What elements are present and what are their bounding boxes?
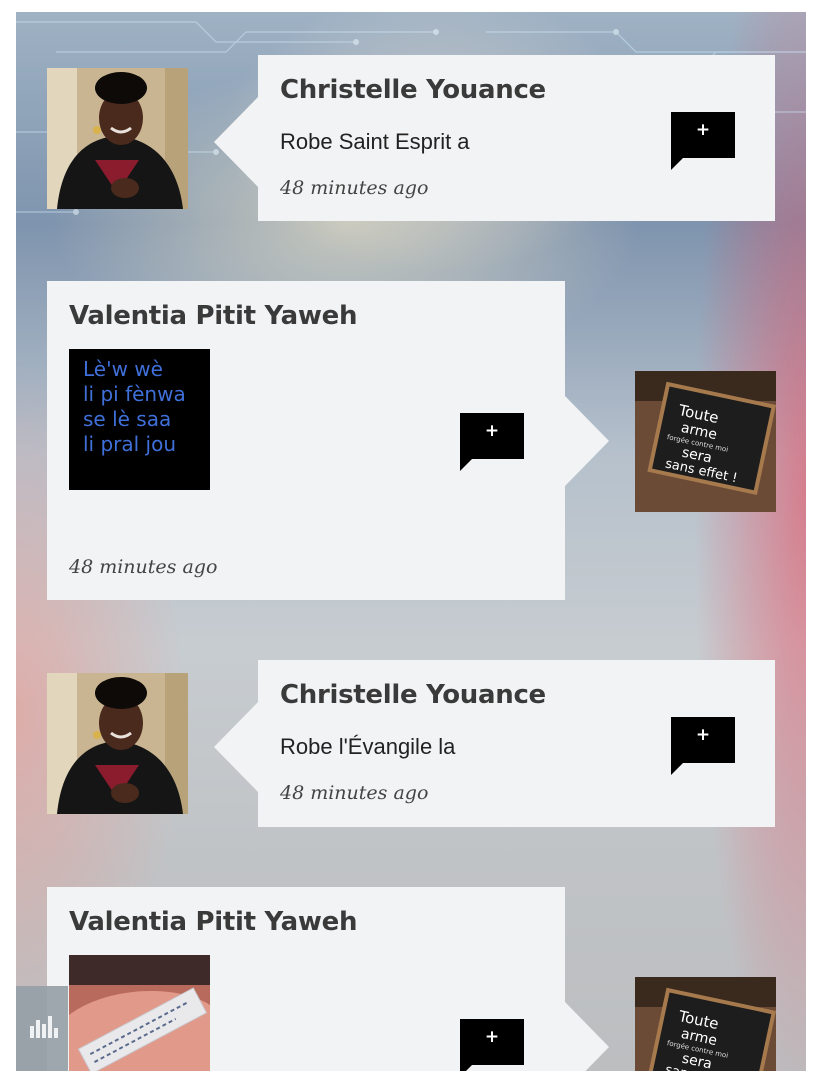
feed-background: Christelle Youance Robe Saint Esprit a 4… bbox=[16, 12, 806, 1071]
post-card[interactable]: Valentia Pitit Yaweh Lè'w wè li pi fènwa… bbox=[47, 281, 565, 600]
author-name[interactable]: Christelle Youance bbox=[280, 75, 546, 105]
speech-bubble-plus-icon: + bbox=[484, 421, 500, 441]
post-image[interactable] bbox=[69, 955, 210, 1071]
speech-bubble-tail bbox=[671, 158, 683, 170]
author-avatar[interactable] bbox=[47, 68, 188, 209]
author-name[interactable]: Valentia Pitit Yaweh bbox=[69, 907, 357, 937]
author-name[interactable]: Valentia Pitit Yaweh bbox=[69, 301, 357, 331]
post-card[interactable]: Christelle Youance Robe Saint Esprit a 4… bbox=[258, 55, 775, 221]
post-card[interactable]: Valentia Pitit Yaweh + bbox=[47, 887, 565, 1071]
speech-bubble-tail bbox=[460, 1065, 472, 1071]
christelle-avatar-icon bbox=[47, 68, 188, 209]
speech-bubble-tail bbox=[460, 459, 472, 471]
chalkboard-avatar-icon: Toute arme forgée contre moi sera sans e… bbox=[635, 977, 776, 1071]
comment-button[interactable]: + bbox=[460, 413, 524, 471]
card-pointer bbox=[214, 702, 258, 792]
speech-bubble-plus-icon: + bbox=[695, 725, 711, 745]
card-pointer bbox=[214, 97, 258, 187]
author-name[interactable]: Christelle Youance bbox=[280, 680, 546, 710]
image-text-line: se lè saa bbox=[83, 407, 172, 431]
author-avatar[interactable] bbox=[47, 673, 188, 814]
comment-button[interactable]: + bbox=[671, 717, 735, 775]
speech-bubble-tail bbox=[671, 763, 683, 775]
hand-photo-icon bbox=[69, 955, 210, 1071]
comment-button[interactable]: + bbox=[671, 112, 735, 170]
speech-bubble-plus-icon: + bbox=[484, 1027, 500, 1047]
card-pointer bbox=[565, 1002, 609, 1071]
card-pointer bbox=[565, 396, 609, 486]
player-widget-button[interactable] bbox=[16, 986, 68, 1071]
author-avatar[interactable]: Toute arme forgée contre moi sera sans e… bbox=[635, 977, 776, 1071]
image-text-line: li pi fènwa bbox=[83, 382, 186, 406]
post-image[interactable]: Lè'w wè li pi fènwa se lè saa li pral jo… bbox=[69, 349, 210, 490]
speech-bubble-plus-icon: + bbox=[695, 120, 711, 140]
christelle-avatar-icon bbox=[47, 673, 188, 814]
author-avatar[interactable]: Toute arme forgée contre moi sera sans e… bbox=[635, 371, 776, 512]
comment-button[interactable]: + bbox=[460, 1019, 524, 1071]
chalkboard-avatar-icon: Toute arme forgée contre moi sera sans e… bbox=[635, 371, 776, 512]
post-timestamp: 48 minutes ago bbox=[280, 782, 429, 804]
image-text-line: Lè'w wè bbox=[83, 357, 163, 381]
equalizer-icon bbox=[30, 1016, 58, 1038]
image-text-line: li pral jou bbox=[83, 432, 177, 456]
post-card[interactable]: Christelle Youance Robe l'Évangile la 48… bbox=[258, 660, 775, 827]
post-timestamp: 48 minutes ago bbox=[280, 177, 429, 199]
post-message: Robe l'Évangile la bbox=[280, 734, 456, 759]
post-timestamp: 48 minutes ago bbox=[69, 556, 218, 578]
post-message: Robe Saint Esprit a bbox=[280, 129, 470, 154]
